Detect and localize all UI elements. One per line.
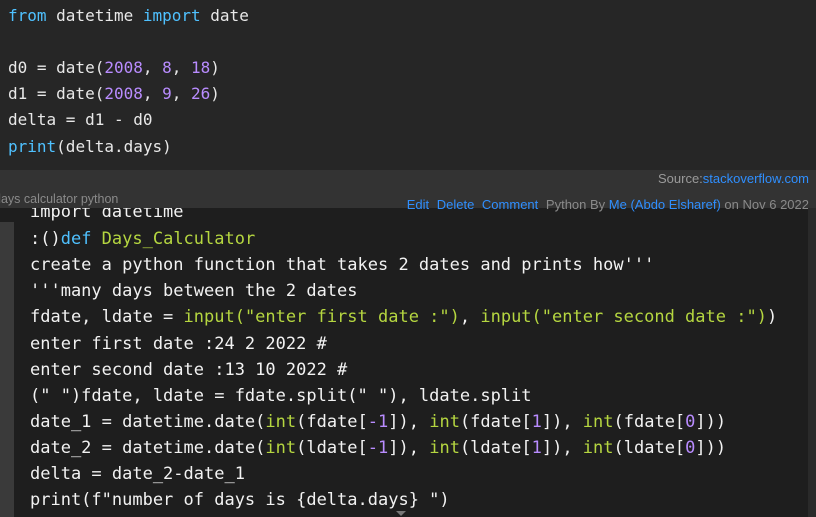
number: 9	[162, 84, 172, 103]
code-text: ]))	[695, 412, 727, 432]
builtin: int	[582, 412, 614, 432]
code-text: (fdate[	[613, 412, 686, 432]
code-text: )	[210, 84, 220, 103]
source-label: Source:	[657, 171, 703, 186]
number: 0	[685, 438, 696, 458]
code-text: date_2 = datetime.date(	[30, 438, 266, 458]
code-text: (fdate[	[296, 412, 368, 432]
builtin: print	[8, 137, 57, 156]
code-line: fdate, ldate = input("enter first date :…	[30, 306, 777, 328]
code-text: date_1 = datetime.date(	[30, 412, 266, 432]
code-line: from datetime import date	[8, 6, 249, 26]
code-line: create a python function that takes 2 da…	[30, 255, 655, 275]
string: input("enter second date :")	[480, 307, 767, 327]
code-text: (ldate[	[296, 438, 368, 458]
code-line: import datetime	[30, 208, 184, 222]
code-line: (" ")fdate, ldate = fdate.split(" "), ld…	[30, 386, 532, 406]
code-line: print(f"number of days is {delta.days} "…	[30, 490, 450, 510]
code-text: (fdate[	[459, 412, 532, 432]
number: 0	[685, 412, 696, 432]
keyword: from	[8, 6, 47, 25]
code-line: enter second date :13 10 2022 #	[30, 360, 348, 380]
code-snippet-top: from datetime import date d0 = date(2008…	[0, 0, 816, 170]
code-text: (delta.days)	[56, 137, 172, 156]
number: 18	[191, 58, 211, 77]
code-text: ]),	[388, 438, 430, 458]
number: 1	[531, 438, 542, 458]
number: 2008	[104, 84, 143, 103]
code-text: )	[766, 307, 778, 327]
code-text: d0 = date(	[8, 58, 105, 77]
author-link[interactable]: Me (Abdo Elsharef)	[609, 197, 721, 212]
code-text: ,	[142, 84, 163, 103]
code-text: ]),	[541, 412, 583, 432]
code-line: '''many days between the 2 dates	[30, 281, 358, 301]
post-date: on Nov 6 2022	[724, 197, 809, 212]
number: -1	[367, 438, 389, 458]
code-text: ,	[171, 84, 192, 103]
code-text: (ldate[	[459, 438, 532, 458]
source-link[interactable]: stackoverflow.com	[703, 171, 809, 186]
scrollbar[interactable]	[808, 208, 816, 517]
keyword: def	[60, 229, 92, 249]
code-line: delta = d1 - d0	[8, 110, 153, 129]
answer-actions: Edit Delete Comment Python By Me (Abdo E…	[407, 197, 809, 212]
code-text: date	[200, 6, 249, 25]
code-text: ]),	[541, 438, 583, 458]
keyword: import	[142, 6, 201, 25]
code-text: ,	[459, 307, 481, 327]
code-text: fdate, ldate =	[30, 307, 184, 327]
code-text: ,	[142, 58, 163, 77]
builtin: int	[429, 438, 460, 458]
code-line: date_2 = datetime.date(int(ldate[-1]), i…	[30, 437, 726, 459]
delete-link[interactable]: Delete	[437, 197, 475, 212]
function-name: Days_Calculator	[91, 229, 256, 249]
code-text: :()	[30, 229, 61, 249]
code-text: d1 = date(	[8, 84, 105, 103]
edit-link[interactable]: Edit	[407, 197, 429, 212]
builtin: int	[265, 438, 297, 458]
code-text: (ldate[	[613, 438, 686, 458]
code-line: d0 = date(2008, 8, 18)	[8, 58, 220, 78]
source-attribution: Source:stackoverflow.com	[658, 171, 809, 186]
code-line: delta = date_2-date_1	[30, 464, 245, 484]
builtin: int	[429, 412, 460, 432]
string: input("enter first date :")	[183, 307, 460, 327]
code-line: d1 = date(2008, 9, 26)	[8, 84, 220, 104]
code-line: enter first date :24 2 2022 #	[30, 334, 327, 354]
code-snippet-bottom: import datetime :()def Days_Calculator c…	[0, 208, 808, 517]
language-label: Python By	[545, 197, 606, 212]
builtin: int	[265, 412, 297, 432]
code-text: ]),	[388, 412, 430, 432]
comment-link[interactable]: Comment	[482, 197, 538, 212]
chevron-down-icon	[396, 511, 406, 516]
code-gutter	[0, 222, 14, 517]
code-text: )	[210, 58, 220, 77]
code-line: :()def Days_Calculator	[30, 228, 255, 250]
number: 2008	[104, 58, 143, 77]
code-line: print(delta.days)	[8, 137, 172, 157]
number: 1	[531, 412, 542, 432]
number: 8	[162, 58, 172, 77]
code-line: date_1 = datetime.date(int(fdate[-1]), i…	[30, 411, 726, 433]
builtin: int	[582, 438, 614, 458]
answer-title: days calculator python	[0, 192, 119, 206]
code-text: ]))	[695, 438, 727, 458]
code-text: datetime	[46, 6, 143, 25]
number: -1	[367, 412, 389, 432]
number: 26	[191, 84, 211, 103]
code-text: ,	[171, 58, 192, 77]
